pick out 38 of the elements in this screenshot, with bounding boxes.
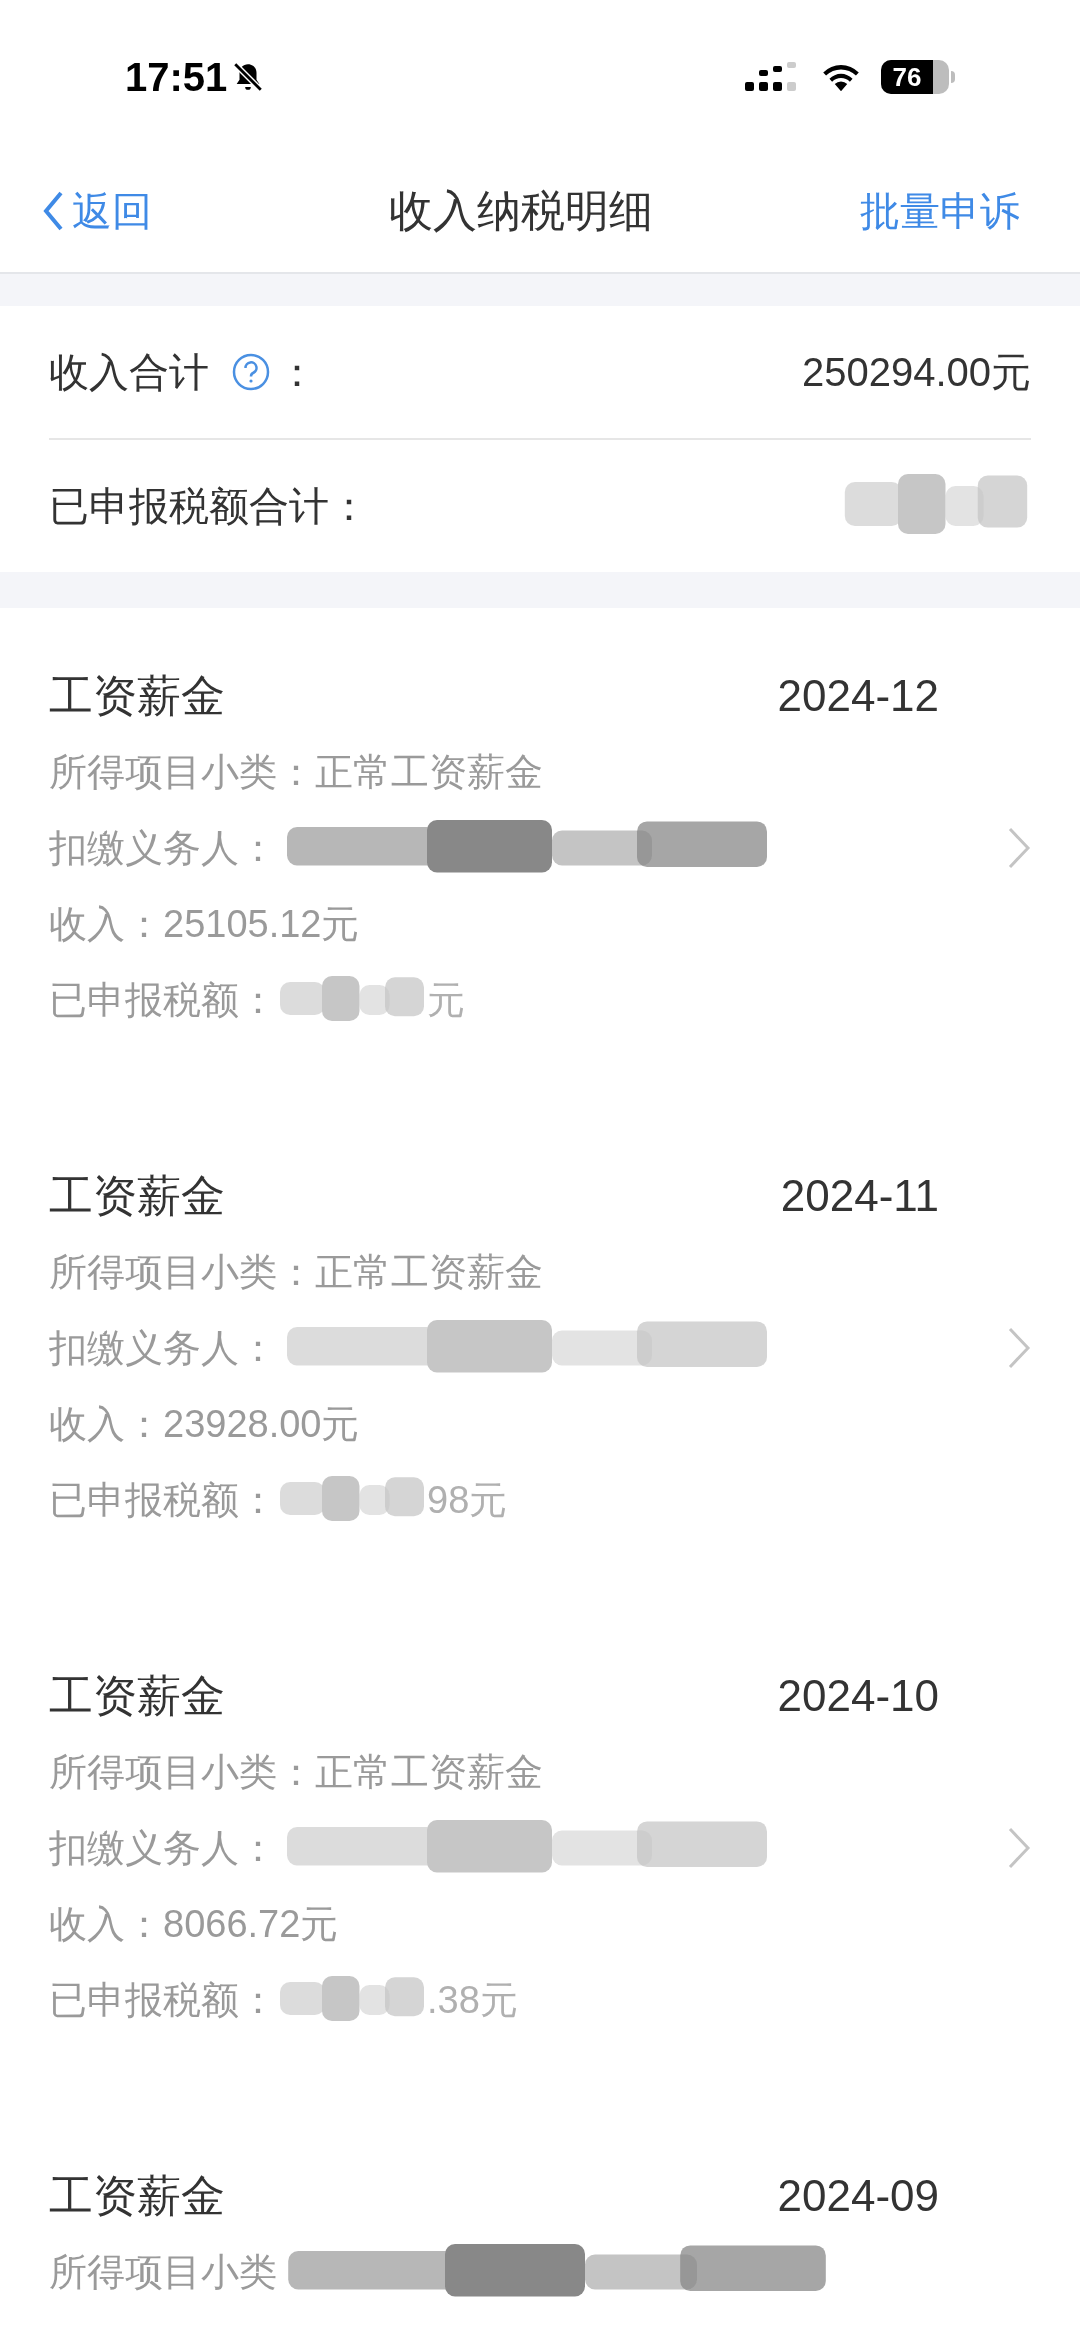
colon-text: ：	[277, 349, 317, 396]
income-total-value: 250294.00元	[801, 349, 1031, 396]
back-button[interactable]: 返回	[42, 181, 152, 241]
tax-total-label: 已申报税额合计：	[49, 483, 369, 530]
record-period: 2024-09	[777, 2170, 939, 2222]
tax-label: 已申报税额：	[49, 1477, 277, 1523]
record-period: 2024-11	[780, 1170, 939, 1222]
income-text: 收入：23928.00元	[49, 1401, 360, 1447]
income-text: 收入：25105.12元	[49, 901, 360, 947]
subcategory-text: 所得项目小类：正常工资薪金	[49, 1249, 543, 1295]
payer-label: 扣缴义务人：	[49, 1325, 277, 1371]
record-title: 工资薪金	[49, 670, 225, 722]
income-total-label: 收入合计	[49, 349, 209, 396]
chevron-right-icon[interactable]	[1007, 1826, 1031, 1870]
tax-value: 元	[427, 977, 465, 1023]
record-period: 2024-12	[777, 670, 939, 722]
income-text: 收入：8066.72元	[49, 1901, 339, 1947]
payer-label: 扣缴义务人：	[49, 1825, 277, 1871]
tax-label: 已申报税额：	[49, 977, 277, 1023]
chevron-right-icon[interactable]	[1007, 1326, 1031, 1370]
tax-label: 已申报税额：	[49, 1977, 277, 2023]
payer-label: 扣缴义务人：	[49, 825, 277, 871]
page-title: 收入纳税明细	[388, 185, 654, 237]
tax-value: .38元	[427, 1977, 518, 2023]
record-title: 工资薪金	[49, 1670, 225, 1722]
record-title: 工资薪金	[49, 1170, 225, 1222]
chevron-right-icon[interactable]	[1007, 826, 1031, 870]
batch-appeal-button[interactable]: 批量申诉	[860, 181, 1038, 241]
subcategory-text: 所得项目小类：正常工资薪金	[49, 749, 543, 795]
chevron-left-icon	[42, 190, 64, 232]
help-icon[interactable]	[231, 352, 271, 392]
tax-value: 98元	[427, 1477, 508, 1523]
record-title: 工资薪金	[49, 2170, 225, 2222]
subcategory-text: 所得项目小类	[49, 2249, 277, 2295]
battery-level-text: 76	[892, 64, 922, 90]
subcategory-text: 所得项目小类：正常工资薪金	[49, 1749, 543, 1795]
record-period: 2024-10	[777, 1670, 939, 1722]
status-time: 17:51	[125, 54, 228, 101]
